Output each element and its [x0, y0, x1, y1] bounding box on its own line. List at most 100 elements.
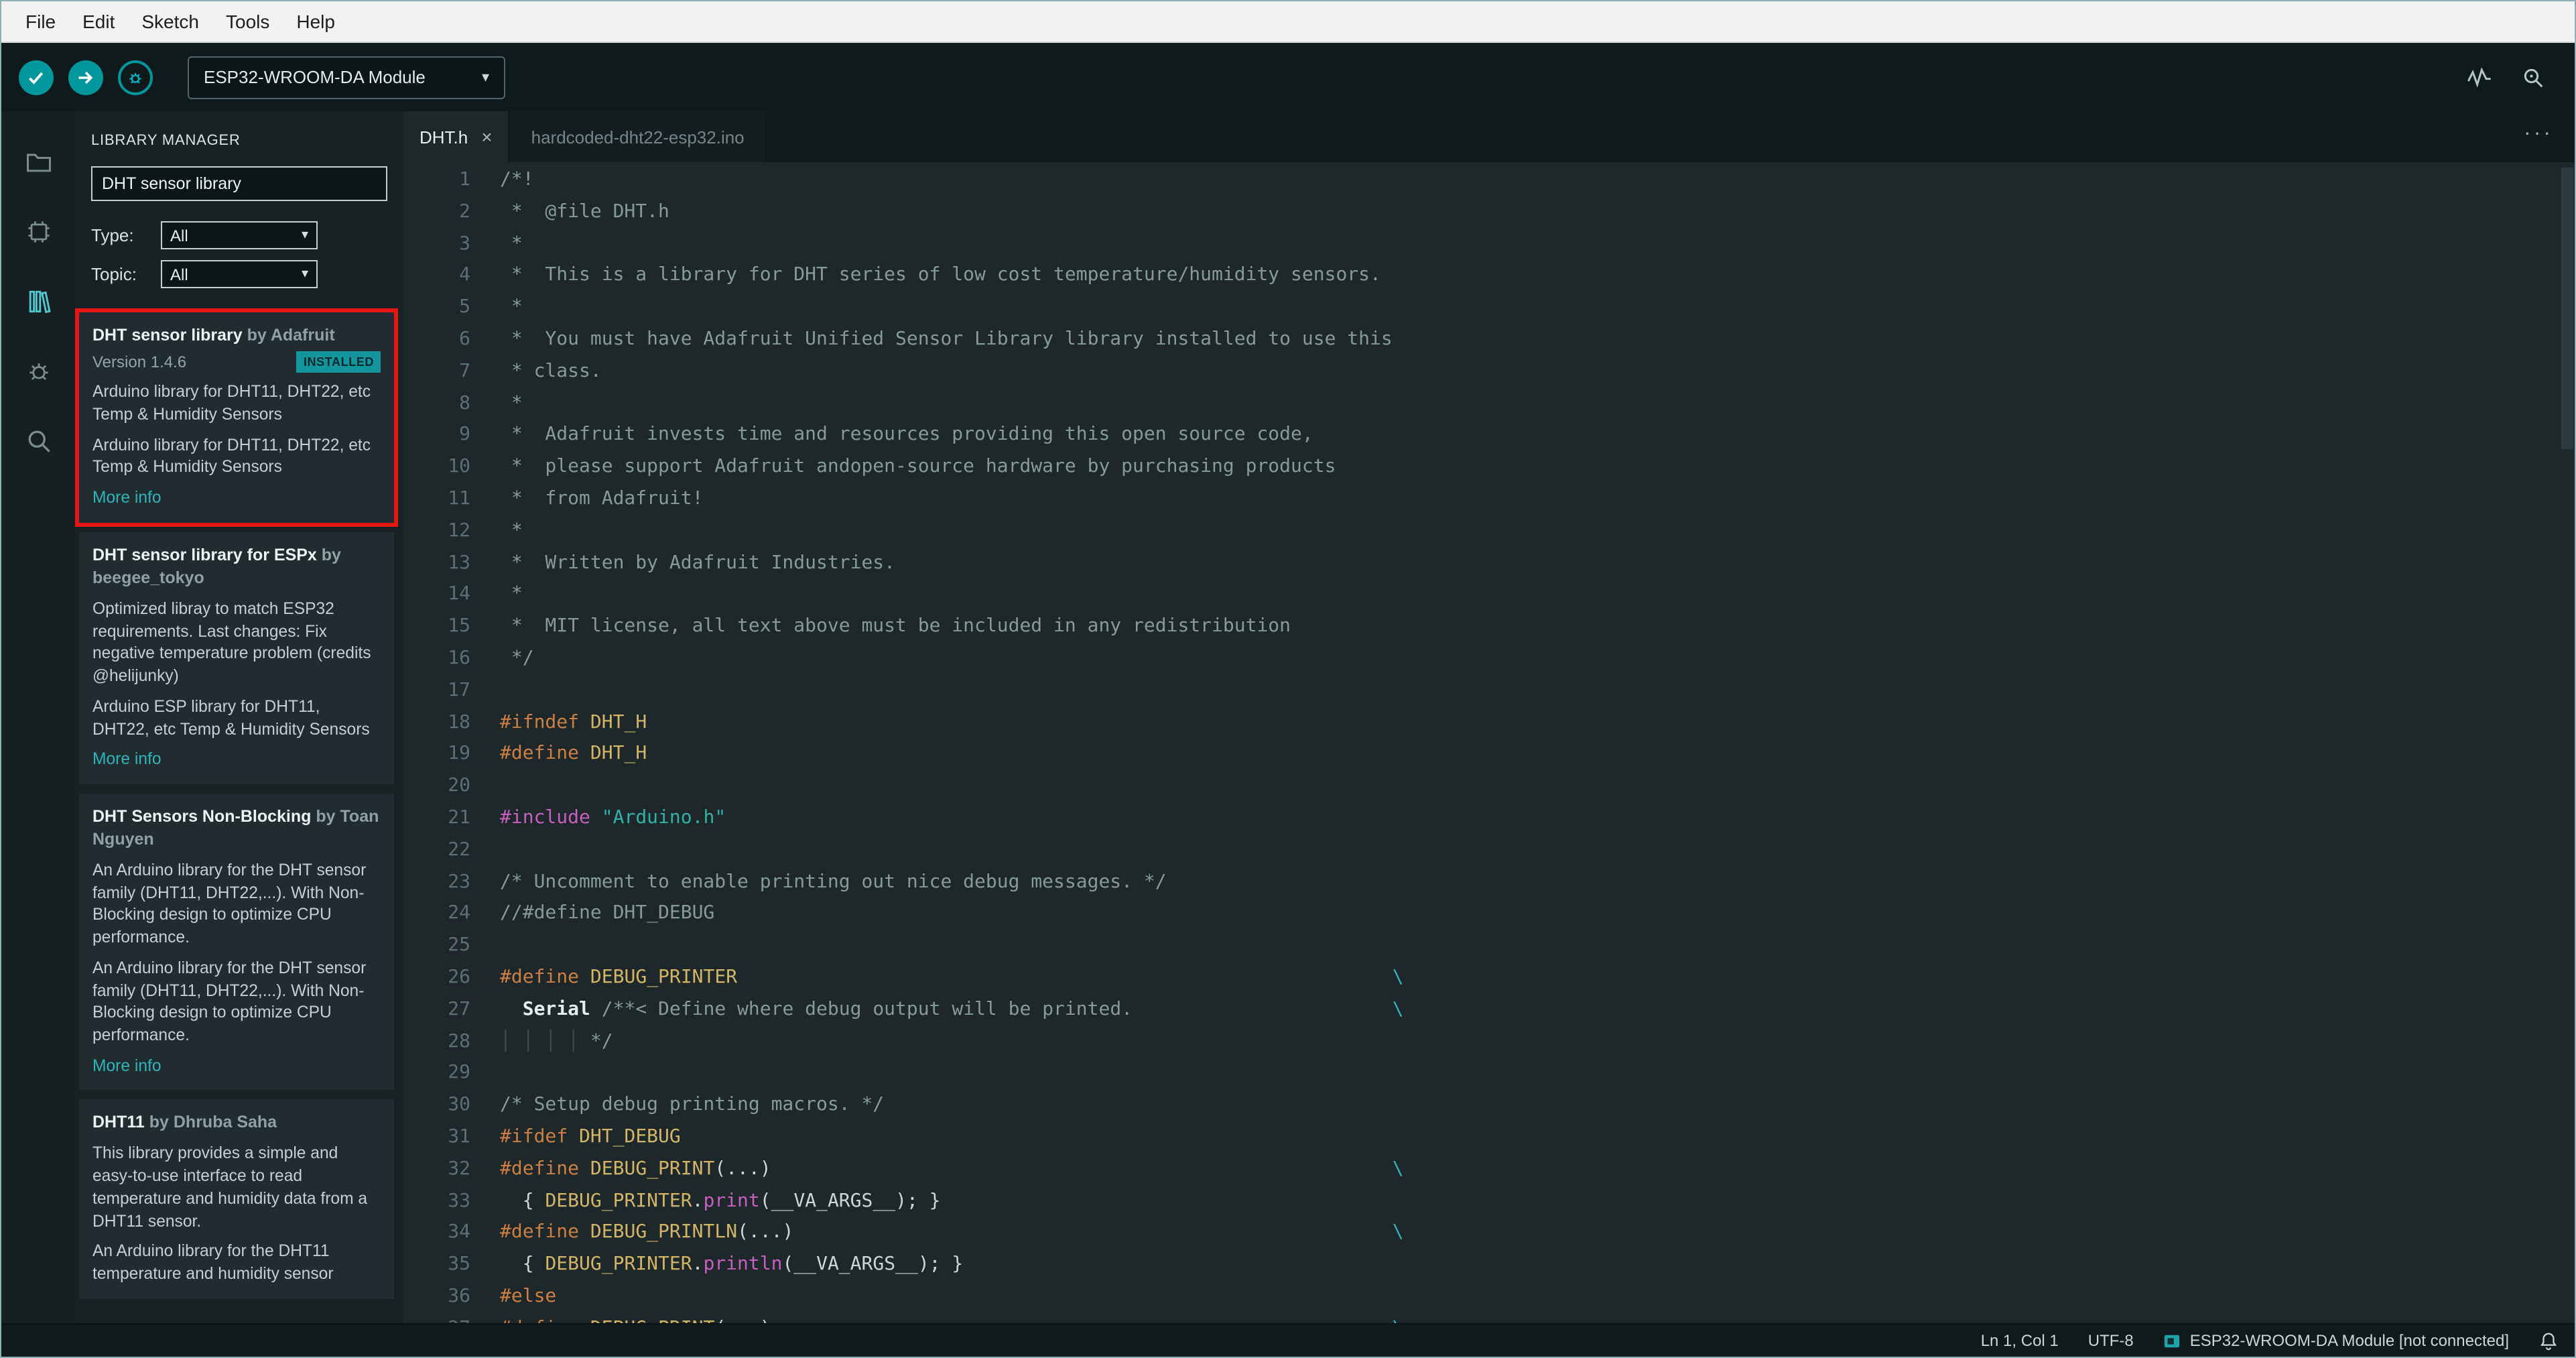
code-line: 21 #include "Arduino.h": [403, 803, 2575, 835]
more-info-link[interactable]: More info: [92, 487, 381, 509]
library-card[interactable]: DHT11 by Dhruba Saha This library provide…: [79, 1099, 394, 1299]
code-text: #include "Arduino.h": [500, 806, 726, 828]
upload-button[interactable]: [68, 60, 103, 95]
code-text: *: [500, 296, 523, 318]
tab-sketch-ino[interactable]: hardcoded-dht22-esp32.ino: [509, 111, 766, 162]
code-text: * class.: [500, 360, 602, 382]
library-title: DHT sensor library for ESPx by beegee_to…: [92, 545, 341, 587]
filter-type-row: Type: All ▾: [91, 221, 387, 249]
serial-plotter-icon: [2467, 66, 2491, 87]
more-info-link[interactable]: More info: [92, 748, 381, 770]
code-line: 28 │ │ │ │ */: [403, 1026, 2575, 1058]
debug-button[interactable]: [118, 60, 153, 95]
code-line: 2 * @file DHT.h: [403, 197, 2575, 229]
code-line: 37 #define DEBUG_PRINT(...)\: [403, 1313, 2575, 1323]
filter-topic-row: Topic: All ▾: [91, 260, 387, 288]
verify-button[interactable]: [19, 60, 54, 95]
line-number: 5: [459, 296, 470, 318]
line-number: 35: [448, 1253, 470, 1276]
board-selector-label: ESP32-WROOM-DA Module: [204, 67, 426, 87]
library-description: An Arduino library for the DHT sensor fa…: [92, 860, 367, 947]
tab-dht-h[interactable]: DHT.h ×: [403, 111, 509, 162]
main-area: LIBRARY MANAGER Type: All ▾ Topic: All ▾…: [1, 111, 2575, 1323]
menu-item-sketch[interactable]: Sketch: [128, 11, 212, 32]
line-number: 12: [448, 519, 470, 542]
board-icon: [2164, 1334, 2179, 1347]
serial-plotter-button[interactable]: [2466, 64, 2493, 90]
filter-topic-select[interactable]: All ▾: [161, 260, 318, 288]
line-number: 29: [448, 1062, 470, 1084]
menu-item-edit[interactable]: Edit: [69, 11, 128, 32]
library-card[interactable]: DHT sensor library for ESPx by beegee_to…: [79, 532, 394, 784]
more-actions-icon[interactable]: ···: [2524, 111, 2575, 162]
code-line: 29: [403, 1058, 2575, 1091]
sidebar-item-debug[interactable]: [1, 336, 75, 406]
board-selector[interactable]: ESP32-WROOM-DA Module ▾: [188, 56, 505, 99]
library-description: Arduino library for DHT11, DHT22, etc Te…: [92, 435, 371, 477]
menu-bar: File Edit Sketch Tools Help: [1, 1, 2575, 43]
code-line: 34 #define DEBUG_PRINTLN(...) \: [403, 1218, 2575, 1250]
status-bar: Ln 1, Col 1 UTF-8 ESP32-WROOM-DA Module …: [1, 1323, 2575, 1357]
library-description: Arduino library for DHT11, DHT22, etc Te…: [92, 382, 371, 424]
code-text: #define DEBUG_PRINT(...)\: [500, 1313, 1404, 1323]
library-search-input[interactable]: [91, 166, 387, 201]
notifications-bell-icon[interactable]: [2538, 1331, 2559, 1351]
code-line: 1 /*!: [403, 165, 2575, 197]
code-text: * @file DHT.h: [500, 200, 669, 223]
line-number: 11: [448, 487, 470, 509]
editor-scrollbar[interactable]: [2561, 168, 2573, 449]
check-icon: [27, 68, 46, 86]
line-number: 20: [448, 775, 470, 797]
code-line: 13 * Written by Adafruit Industries.: [403, 548, 2575, 580]
code-line: 16 */: [403, 643, 2575, 676]
sidebar-item-boards-manager[interactable]: [1, 197, 75, 267]
code-line: 24 //#define DHT_DEBUG: [403, 899, 2575, 931]
encoding[interactable]: UTF-8: [2088, 1331, 2134, 1350]
code-area[interactable]: 1/*! 2 * @file DHT.h 3 * 4 * This is a libr…: [403, 162, 2575, 1323]
line-number: 31: [448, 1125, 470, 1148]
library-description: Optimized libray to match ESP32 requirem…: [92, 599, 371, 686]
code-line: 4 * This is a library for DHT series of …: [403, 261, 2575, 293]
code-text: */: [500, 647, 534, 669]
code-line: 20: [403, 771, 2575, 803]
line-number: 33: [448, 1190, 470, 1211]
menu-item-tools[interactable]: Tools: [212, 11, 283, 32]
serial-monitor-icon: [2524, 68, 2543, 87]
code-text: #else: [500, 1285, 557, 1307]
code-text: /* Uncomment to enable printing out nice…: [500, 871, 1167, 893]
more-info-link[interactable]: More info: [92, 1054, 381, 1076]
menu-item-file[interactable]: File: [12, 11, 69, 32]
library-title: DHT Sensors Non-Blocking by Toan Nguyen: [92, 806, 379, 849]
code-text: * Adafruit invests time and resources pr…: [500, 424, 1313, 446]
chevron-down-icon: ▾: [481, 70, 489, 86]
code-text: /* Setup debug printing macros. */: [500, 1094, 885, 1116]
line-number: 1: [459, 169, 470, 190]
menu-item-help[interactable]: Help: [283, 11, 348, 32]
code-line: 27 Serial /**< Define where debug output…: [403, 994, 2575, 1026]
activity-bar: [1, 111, 75, 1323]
board-status[interactable]: ESP32-WROOM-DA Module [not connected]: [2163, 1331, 2509, 1350]
code-line: 23 /* Uncomment to enable printing out ni…: [403, 867, 2575, 899]
line-number: 18: [448, 711, 470, 733]
code-line: 14 *: [403, 580, 2575, 612]
editor: DHT.h × hardcoded-dht22-esp32.ino ··· 1 /…: [403, 111, 2575, 1323]
sidebar-item-sketchbook[interactable]: [1, 127, 75, 197]
sidebar-item-search[interactable]: [1, 406, 75, 476]
library-card[interactable]: DHT sensor library by Adafruit Version 1.…: [75, 308, 398, 527]
sidebar-item-library-manager[interactable]: [1, 267, 75, 336]
filter-topic-value: All: [170, 265, 188, 284]
tab-bar: DHT.h × hardcoded-dht22-esp32.ino ···: [403, 111, 2575, 162]
code-line: 32 #define DEBUG_PRINT(...) \: [403, 1154, 2575, 1186]
code-line: 22: [403, 835, 2575, 867]
code-line: 3 *: [403, 229, 2575, 261]
code-line: 10 * please support Adafruit andopen-sou…: [403, 452, 2575, 484]
code-line: 5 *: [403, 292, 2575, 324]
code-line: 36 #else: [403, 1282, 2575, 1314]
close-icon[interactable]: ×: [481, 126, 492, 147]
library-description: An Arduino library for the DHT11 tempera…: [92, 1241, 334, 1283]
library-card[interactable]: DHT Sensors Non-Blocking by Toan Nguyen A…: [79, 793, 394, 1091]
filter-type-select[interactable]: All ▾: [161, 221, 318, 249]
serial-monitor-button[interactable]: [2520, 64, 2547, 90]
cursor-position[interactable]: Ln 1, Col 1: [1981, 1331, 2059, 1350]
arrow-right-icon: [76, 68, 95, 86]
